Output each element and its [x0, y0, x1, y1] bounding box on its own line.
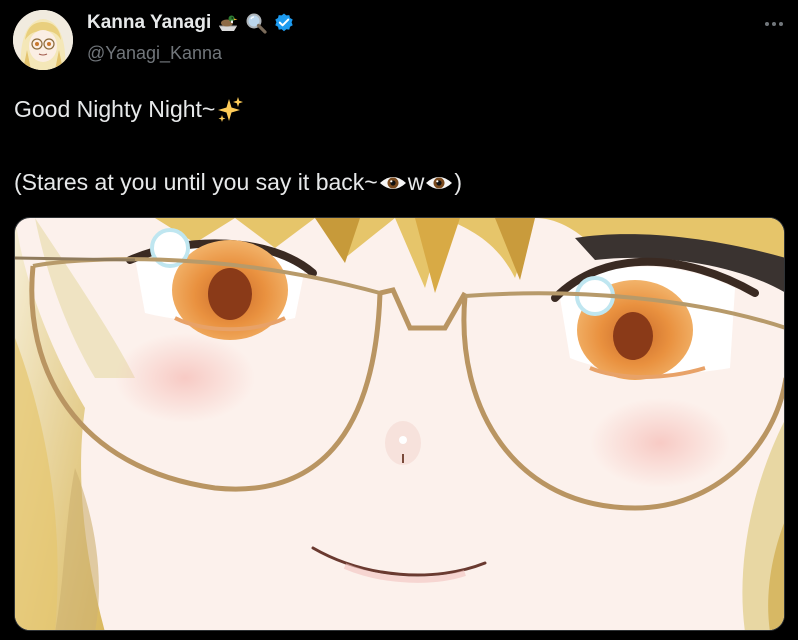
tweet-text-line-2: (Stares at you until you say it back~ w: [14, 165, 784, 200]
avatar-image: [13, 10, 73, 70]
tweet-text-line-1: Good Nighty Night~: [14, 92, 784, 127]
avatar[interactable]: [13, 10, 73, 70]
tweet-media-image[interactable]: [14, 217, 785, 631]
author-display-name[interactable]: Kanna Yanagi: [87, 12, 211, 34]
tweet-line-2-mid: w: [407, 169, 425, 195]
dot-icon: [779, 22, 783, 26]
eye-emoji-icon: [378, 172, 408, 194]
verified-badge-icon: [273, 12, 295, 34]
tweet-line-2-prefix: (Stares at you until you say it back~: [14, 169, 378, 195]
magnifying-glass-emoji-icon: [245, 12, 267, 34]
tweet-line-1-text: Good Nighty Night~: [14, 96, 216, 122]
eye-emoji-icon: [424, 172, 454, 194]
duck-boat-emoji-icon: [217, 12, 239, 34]
tweet-text: Good Nighty Night~ (Stares at you until …: [14, 92, 784, 200]
dot-icon: [772, 22, 776, 26]
more-options-button[interactable]: [760, 14, 788, 34]
tweet-text-blank-line: [14, 127, 784, 165]
sparkles-emoji-icon: [215, 95, 245, 125]
tweet: Kanna Yanagi @Yanagi_Kanna Good Nighty N…: [0, 0, 798, 640]
author-handle[interactable]: @Yanagi_Kanna: [87, 43, 222, 64]
dot-icon: [765, 22, 769, 26]
author-name-row: Kanna Yanagi: [87, 10, 295, 36]
anime-face-illustration: [15, 218, 784, 630]
tweet-line-2-suffix: ): [454, 169, 463, 195]
